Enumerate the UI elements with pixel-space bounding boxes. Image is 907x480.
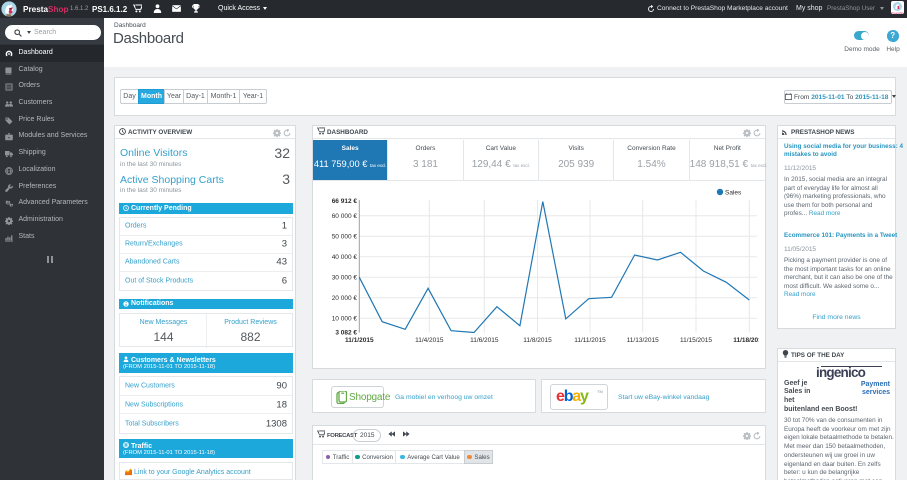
svg-text:30 000 €: 30 000 € — [332, 275, 358, 282]
svg-text:11/6/2015: 11/6/2015 — [470, 337, 499, 344]
svg-text:20 000 €: 20 000 € — [332, 295, 358, 302]
svg-text:66 912 €: 66 912 € — [332, 198, 358, 205]
svg-text:10 000 €: 10 000 € — [332, 316, 358, 323]
svg-text:50 000 €: 50 000 € — [332, 234, 358, 241]
svg-text:3 082 €: 3 082 € — [335, 330, 357, 337]
svg-text:60 000 €: 60 000 € — [332, 213, 358, 220]
svg-text:11/15/2015: 11/15/2015 — [680, 337, 712, 344]
svg-text:11/4/2015: 11/4/2015 — [415, 337, 444, 344]
svg-text:11/11/2015: 11/11/2015 — [574, 337, 606, 344]
svg-text:11/13/2015: 11/13/2015 — [627, 337, 659, 344]
svg-text:40 000 €: 40 000 € — [332, 254, 358, 261]
svg-text:Sales: Sales — [725, 190, 742, 197]
svg-text:11/18/2015: 11/18/2015 — [733, 337, 759, 344]
svg-text:11/8/2015: 11/8/2015 — [523, 337, 552, 344]
svg-text:11/1/2015: 11/1/2015 — [345, 337, 374, 344]
